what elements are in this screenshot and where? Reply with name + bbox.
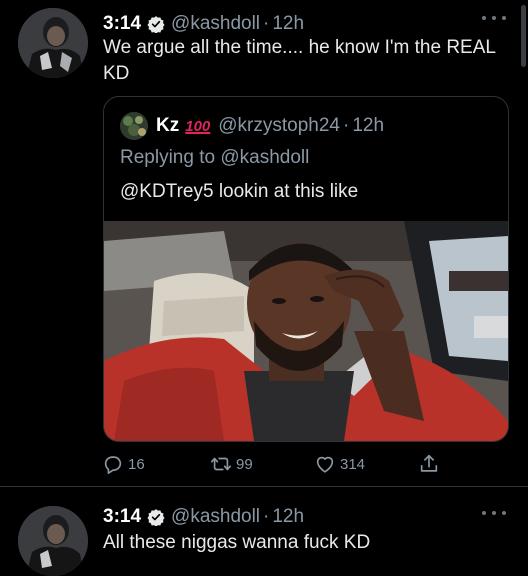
scrollbar[interactable] [521,5,526,67]
retweet-count: 99 [236,455,253,473]
tweet-header: 3:14 @kashdoll · 12h [103,502,304,532]
tweet-handle[interactable]: @kashdoll [171,13,260,35]
avatar-image [18,506,88,576]
separator-dot: · [263,506,270,527]
verified-badge-icon [147,509,165,526]
quoted-display-name[interactable]: Kz [156,115,179,137]
quoted-tweet-header: Kz 100 @krzystoph24 · 12h [120,112,385,140]
replying-to: Replying to @kashdoll [120,147,310,168]
separator-dot: · [343,115,350,136]
avatar[interactable] [18,506,88,576]
quoted-tweet-image[interactable] [104,221,508,441]
reply-button[interactable]: 16 [102,451,145,477]
more-dots-icon[interactable] [482,13,506,23]
tweet[interactable]: 3:14 @kashdoll · 12h We argue all the ti… [0,0,528,486]
reply-count: 16 [128,455,145,473]
separator-dot: · [263,13,270,34]
retweet-button[interactable]: 99 [210,451,253,477]
tweet-divider [0,486,528,487]
hundred-points-emoji: 100 [185,117,211,135]
tweet-handle[interactable]: @kashdoll [171,506,260,528]
quoted-tweet-age: 12h [352,115,385,136]
quoted-tweet[interactable]: Kz 100 @krzystoph24 · 12h Replying to @k… [103,96,509,442]
like-button[interactable]: 314 [314,451,365,477]
quoted-tweet-text: @KDTrey5 lookin at this like [120,181,359,202]
retweet-icon [211,457,231,471]
quoted-avatar[interactable] [120,112,148,140]
more-dots-icon[interactable] [482,508,506,518]
tweet[interactable]: 3:14 @kashdoll · 12h All these niggas wa… [0,488,528,576]
tweet-text: All these niggas wanna fuck KD [103,532,371,553]
like-count: 314 [340,455,366,473]
avatar-image [18,8,88,78]
tweet-age: 12h [272,13,305,34]
share-button[interactable] [418,451,444,477]
photo-car-interior [104,221,508,441]
tweet-actions: 16 99 314 [100,451,440,477]
quoted-avatar-image [120,112,148,140]
share-icon [420,454,438,472]
heart-icon [316,456,334,473]
avatar[interactable] [18,8,88,78]
tweet-time[interactable]: 3:14 [103,506,141,528]
tweet-time[interactable]: 3:14 [103,13,141,35]
tweet-text: We argue all the time.... he know I'm th… [103,37,496,84]
verified-badge-icon [147,16,165,33]
quoted-handle[interactable]: @krzystoph24 [218,115,340,137]
reply-bubble-icon [104,456,122,474]
tweet-age: 12h [272,506,305,527]
